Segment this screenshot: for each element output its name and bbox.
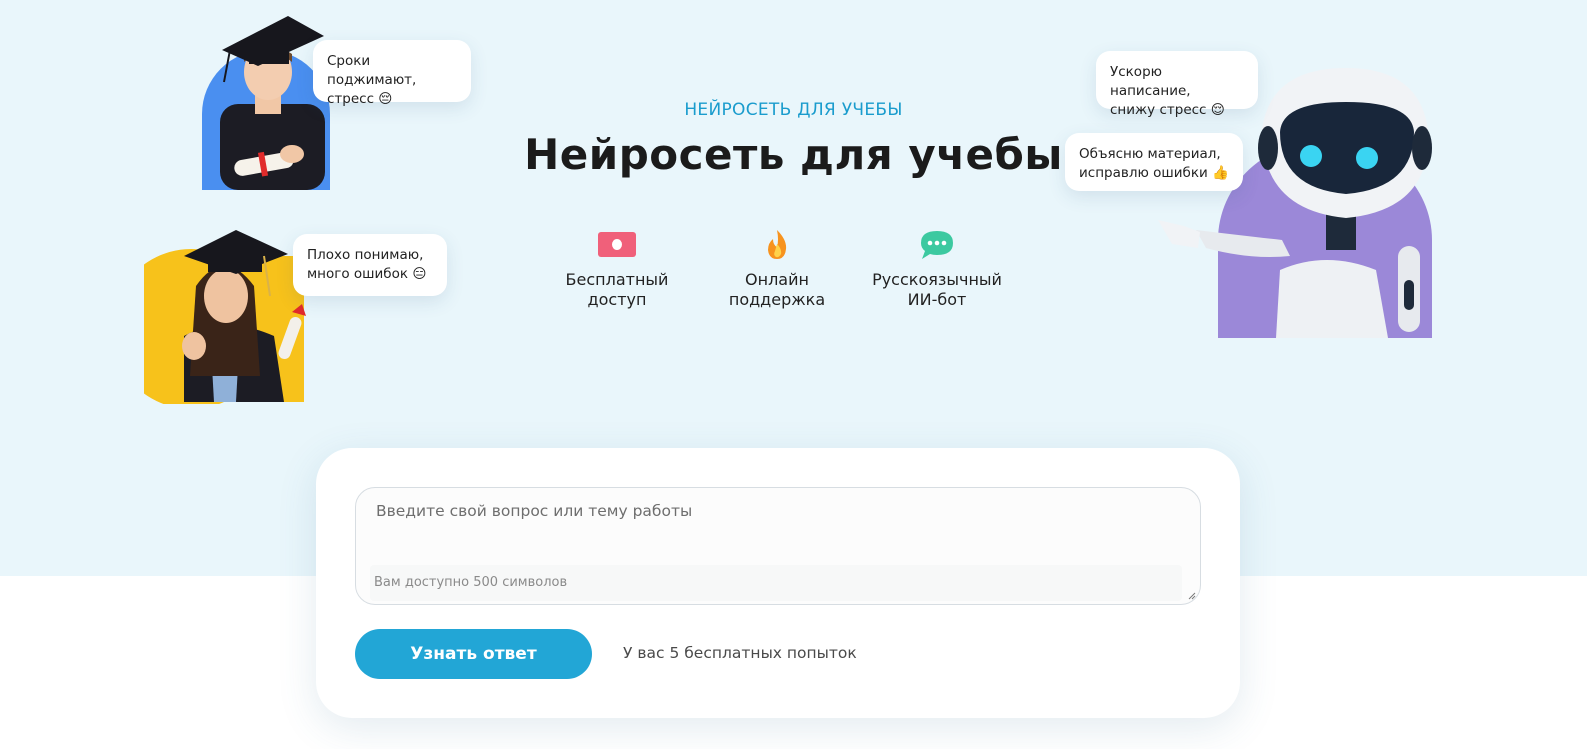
feature-online-support: Онлайн поддержка [697, 230, 857, 310]
char-limit-bar: Вам доступно 500 символов [370, 565, 1182, 601]
page-title: Нейросеть для учебы [524, 130, 1063, 179]
hero-eyebrow: НЕЙРОСЕТЬ ДЛЯ УЧЕБЫ [684, 100, 903, 120]
student-female-illustration [144, 230, 306, 404]
bubble-student-female: Плохо понимаю, много ошибок 😑 [293, 234, 447, 296]
ticket-icon [598, 232, 636, 257]
flame-icon [768, 230, 787, 259]
feature-label: Онлайн поддержка [728, 270, 826, 309]
feature-free-access: Бесплатный доступ [537, 230, 697, 310]
question-input[interactable]: Введите свой вопрос или тему работы Вам … [355, 487, 1201, 605]
bubble-student-male: Сроки поджимают, стресс 😔 [313, 40, 471, 107]
page: Сроки поджимают, стресс 😔 Плохо понимаю,… [0, 0, 1587, 749]
feature-label: Русскоязычный ИИ-бот [872, 270, 1002, 309]
char-limit-text: Вам доступно 500 символов [374, 575, 568, 590]
resize-grip-icon[interactable] [1188, 592, 1196, 600]
chat-bubble-icon [921, 231, 953, 259]
question-card: Введите свой вопрос или тему работы Вам … [316, 448, 1240, 718]
feature-label: Бесплатный доступ [565, 270, 669, 309]
feature-russian-bot: Русскоязычный ИИ-бот [857, 230, 1017, 310]
submit-button[interactable]: Узнать ответ [355, 629, 592, 679]
attempts-counter: У вас 5 бесплатных попыток [623, 644, 857, 662]
question-placeholder: Введите свой вопрос или тему работы [376, 502, 693, 520]
